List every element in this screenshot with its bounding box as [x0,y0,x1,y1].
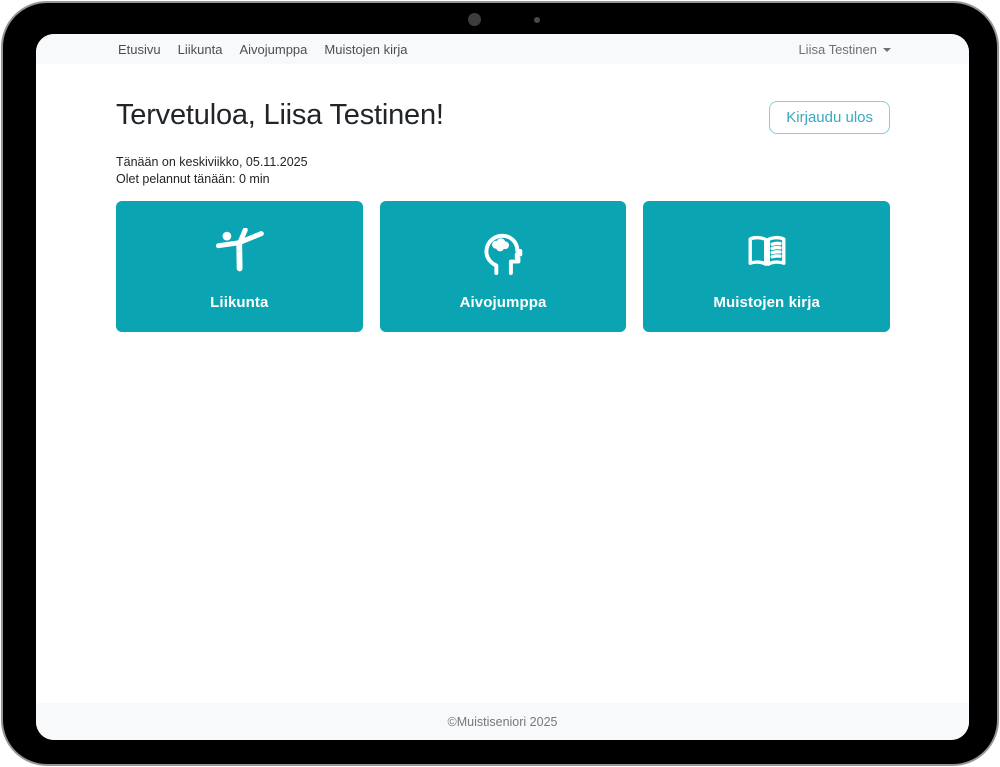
card-muistojen-kirja[interactable]: Muistojen kirja [643,201,890,332]
nav-item-aivojumppa[interactable]: Aivojumppa [239,42,307,57]
played-today-text: Olet pelannut tänään: 0 min [116,171,890,187]
head-brain-icon [478,223,528,283]
header-row: Tervetuloa, Liisa Testinen! Kirjaudu ulo… [116,99,890,134]
card-aivojumppa[interactable]: Aivojumppa [380,201,627,332]
martial-arts-person-icon [210,223,268,283]
card-liikunta[interactable]: Liikunta [116,201,363,332]
app-screen: Etusivu Liikunta Aivojumppa Muistojen ki… [36,34,969,740]
sensor-dot-icon [534,17,540,23]
today-date-text: Tänään on keskiviikko, 05.11.2025 [116,154,890,170]
card-label: Aivojumppa [460,294,547,311]
footer: ©Muistiseniori 2025 [36,703,969,740]
camera-icon [468,13,481,26]
copyright-text: ©Muistiseniori 2025 [448,715,558,729]
nav-item-muistojen-kirja[interactable]: Muistojen kirja [324,42,407,57]
page-title: Tervetuloa, Liisa Testinen! [116,99,444,132]
logout-button[interactable]: Kirjaudu ulos [769,101,890,134]
card-label: Muistojen kirja [713,294,820,311]
chevron-down-icon [883,48,891,52]
user-menu-dropdown[interactable]: Liisa Testinen [798,42,891,57]
navbar: Etusivu Liikunta Aivojumppa Muistojen ki… [36,34,969,64]
nav-item-etusivu[interactable]: Etusivu [118,42,161,57]
nav-item-liikunta[interactable]: Liikunta [178,42,223,57]
card-label: Liikunta [210,294,268,311]
user-menu-label: Liisa Testinen [798,42,877,57]
main-content: Tervetuloa, Liisa Testinen! Kirjaudu ulo… [36,99,969,332]
tablet-frame: Etusivu Liikunta Aivojumppa Muistojen ki… [1,1,999,766]
open-book-icon [736,223,798,283]
card-row: Liikunta [116,201,890,332]
